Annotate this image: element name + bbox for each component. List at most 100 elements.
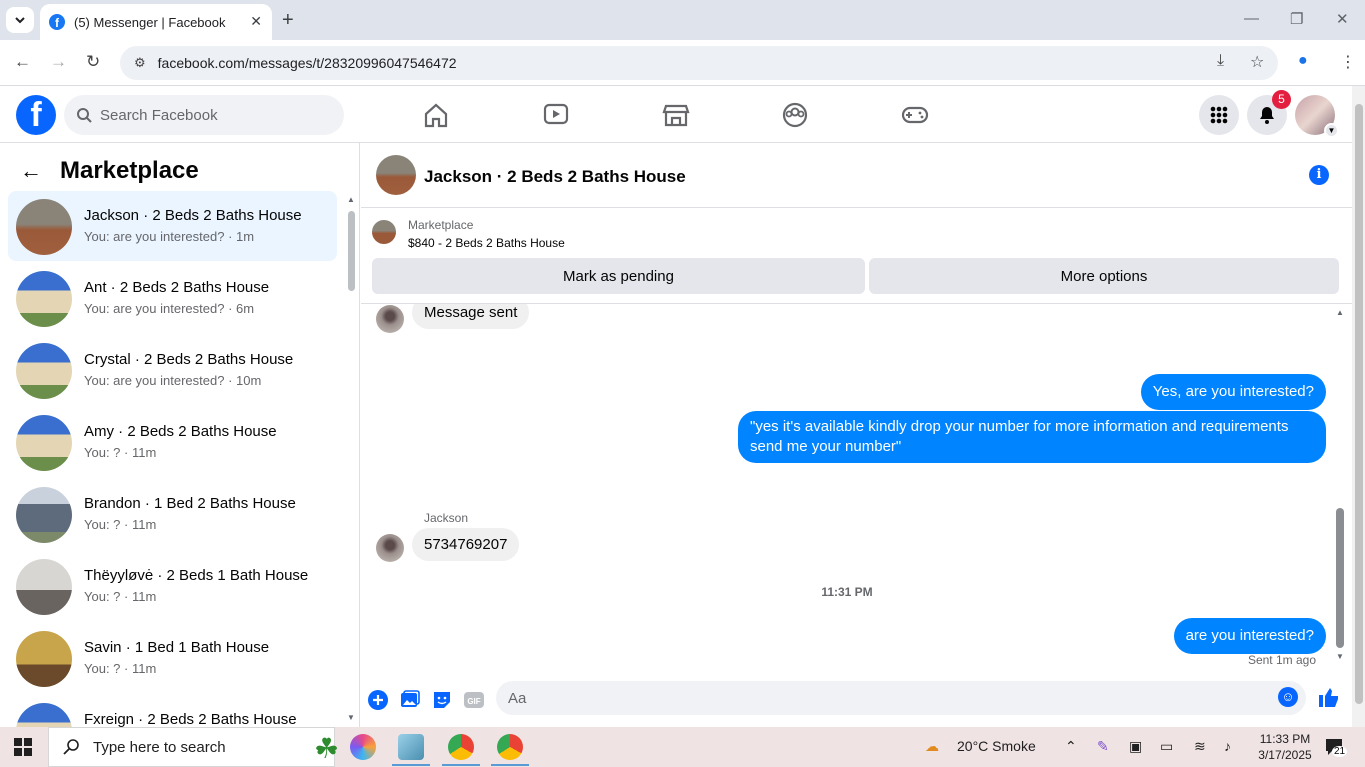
home-icon[interactable] xyxy=(420,100,452,130)
sender-avatar xyxy=(376,305,404,333)
profile-icon[interactable]: ● xyxy=(1298,52,1308,70)
active-app-indicator xyxy=(442,764,480,766)
new-tab-icon[interactable]: + xyxy=(282,9,294,32)
notification-count: 21 xyxy=(1332,746,1348,757)
notification-badge: 5 xyxy=(1272,90,1291,109)
minimize-icon[interactable]: — xyxy=(1244,10,1259,27)
taskbar-search-placeholder: Type here to search xyxy=(93,738,226,756)
windows-start-icon[interactable] xyxy=(14,738,32,756)
browser-tab[interactable]: f (5) Messenger | Facebook ✕ xyxy=(40,4,272,40)
bell-icon xyxy=(1260,107,1274,124)
facebook-logo-icon[interactable]: f xyxy=(16,95,56,135)
conversation-item[interactable]: Fxreign · 2 Beds 2 Baths House xyxy=(8,695,337,727)
sidebar-scrollbar[interactable]: ▲ ▼ xyxy=(347,195,355,725)
facebook-search-input[interactable]: Search Facebook xyxy=(64,95,344,135)
more-options-button[interactable]: More options xyxy=(869,258,1339,294)
install-app-icon[interactable]: ⤓ xyxy=(1217,52,1224,70)
browser-menu-icon[interactable]: ⋮ xyxy=(1340,52,1356,72)
bookmark-star-icon[interactable]: ☆ xyxy=(1250,52,1264,72)
gif-icon[interactable]: GIF xyxy=(463,689,485,711)
message-input[interactable]: Aa xyxy=(496,681,1306,715)
mark-as-pending-button[interactable]: Mark as pending xyxy=(372,258,865,294)
chat-header: Jackson · 2 Beds 2 Baths House i xyxy=(361,143,1352,208)
chat-title[interactable]: Jackson · 2 Beds 2 Baths House xyxy=(424,167,686,187)
svg-text:GIF: GIF xyxy=(467,697,480,706)
listing-thumbnail xyxy=(16,559,72,615)
conversation-snippet: You: ? · 11m xyxy=(84,445,157,460)
address-bar[interactable]: ⚙ facebook.com/messages/t/28320996047546… xyxy=(120,46,1278,80)
conversation-snippet: You: are you interested? · 10m xyxy=(84,373,262,388)
taskbar-clock[interactable]: 11:33 PM 3/17/2025 xyxy=(1254,731,1316,763)
conversation-name: Thëyyløvė · 2 Beds 1 Bath House xyxy=(84,567,309,584)
battery-icon[interactable]: ▭ xyxy=(1160,738,1173,755)
taskbar-search-input[interactable]: Type here to search ☘ xyxy=(48,727,339,767)
search-placeholder: Search Facebook xyxy=(100,106,218,124)
conversation-name: Savin · 1 Bed 1 Bath House xyxy=(84,639,270,656)
weather-icon[interactable]: ☁ xyxy=(925,738,939,755)
close-tab-icon[interactable]: ✕ xyxy=(250,13,262,30)
conversation-item[interactable]: Ant · 2 Beds 2 Baths House You: are you … xyxy=(8,263,337,333)
marketplace-icon[interactable] xyxy=(660,100,692,130)
conversation-item[interactable]: Jackson · 2 Beds 2 Baths House You: are … xyxy=(8,191,337,261)
back-icon[interactable]: ← xyxy=(14,52,31,72)
gaming-icon[interactable] xyxy=(899,100,931,130)
video-icon[interactable] xyxy=(540,100,572,130)
action-center-icon[interactable]: 21 xyxy=(1324,737,1348,757)
emoji-icon[interactable]: ☺ xyxy=(1278,687,1298,707)
message-input-placeholder: Aa xyxy=(508,689,527,707)
wifi-icon[interactable]: ≋ xyxy=(1194,738,1206,755)
weather-text[interactable]: 20°C Smoke xyxy=(957,738,1036,754)
sender-avatar xyxy=(376,534,404,562)
window-close-icon[interactable]: ✕ xyxy=(1336,10,1349,28)
chat-scroll-thumb[interactable] xyxy=(1336,508,1344,648)
tray-expand-icon[interactable]: ⌃ xyxy=(1065,738,1077,755)
sidebar-scroll-thumb[interactable] xyxy=(348,211,355,291)
conversation-name: Ant · 2 Beds 2 Baths House xyxy=(84,279,270,296)
browser-toolbar: ← → ↻ ⚙ facebook.com/messages/t/28320996… xyxy=(0,40,1365,86)
restore-icon[interactable]: ❐ xyxy=(1290,10,1303,28)
chrome-app-icon[interactable] xyxy=(448,734,474,760)
scroll-down-icon[interactable]: ▼ xyxy=(1336,652,1344,661)
pen-icon[interactable]: ✎ xyxy=(1097,738,1109,755)
tab-search-button[interactable] xyxy=(6,7,34,33)
conversation-item[interactable]: Amy · 2 Beds 2 Baths House You: ? · 11m xyxy=(8,407,337,477)
info-icon[interactable]: i xyxy=(1309,165,1329,185)
plus-circle-icon[interactable] xyxy=(367,689,389,711)
sticker-icon[interactable] xyxy=(431,689,453,711)
incoming-message: 5734769207 xyxy=(412,528,520,561)
forward-icon[interactable]: → xyxy=(50,52,67,72)
clock-date: 3/17/2025 xyxy=(1258,748,1312,762)
site-info-icon[interactable]: ⚙ xyxy=(134,55,146,71)
menu-grid-button[interactable] xyxy=(1199,95,1239,135)
thumbs-up-icon[interactable] xyxy=(1317,685,1341,709)
chat-listing-thumbnail[interactable] xyxy=(376,155,416,195)
conversation-item[interactable]: Thëyyløvė · 2 Beds 1 Bath House You: ? ·… xyxy=(8,551,337,621)
chrome-app-icon[interactable] xyxy=(497,734,523,760)
chat-scrollbar[interactable]: ▲ ▼ xyxy=(1335,308,1345,668)
scroll-up-icon[interactable]: ▲ xyxy=(347,195,355,204)
conversation-item[interactable]: Brandon · 1 Bed 2 Baths House You: ? · 1… xyxy=(8,479,337,549)
listing-price[interactable]: $840 - 2 Beds 2 Baths House xyxy=(408,236,565,250)
account-avatar[interactable]: ▼ xyxy=(1295,95,1339,138)
volume-icon[interactable]: ♪ xyxy=(1224,738,1231,754)
photo-icon[interactable] xyxy=(399,689,421,711)
conversation-snippet: You: ? · 11m xyxy=(84,517,157,532)
file-app-icon[interactable] xyxy=(398,734,424,760)
tab-title: (5) Messenger | Facebook xyxy=(74,14,226,30)
message-list: Message sent Yes, are you interested? "y… xyxy=(361,304,1352,677)
back-arrow-icon[interactable]: ← xyxy=(20,158,42,184)
page-scrollbar[interactable] xyxy=(1352,86,1365,727)
groups-icon[interactable] xyxy=(779,100,811,130)
scroll-up-icon[interactable]: ▲ xyxy=(1336,308,1344,317)
copilot-app-icon[interactable] xyxy=(350,734,376,760)
reload-icon[interactable]: ↻ xyxy=(86,52,100,72)
conversation-snippet: You: ? · 11m xyxy=(84,589,157,604)
meet-icon[interactable]: ▣ xyxy=(1129,738,1142,755)
browser-tabstrip: f (5) Messenger | Facebook ✕ + — ❐ ✕ xyxy=(0,0,1365,40)
scroll-down-icon[interactable]: ▼ xyxy=(347,713,355,722)
conversation-item[interactable]: Crystal · 2 Beds 2 Baths House You: are … xyxy=(8,335,337,405)
listing-thumbnail xyxy=(16,631,72,687)
page-scroll-thumb[interactable] xyxy=(1355,104,1363,704)
message-composer: GIF Aa ☺ xyxy=(361,677,1352,727)
conversation-item[interactable]: Savin · 1 Bed 1 Bath House You: ? · 11m xyxy=(8,623,337,693)
